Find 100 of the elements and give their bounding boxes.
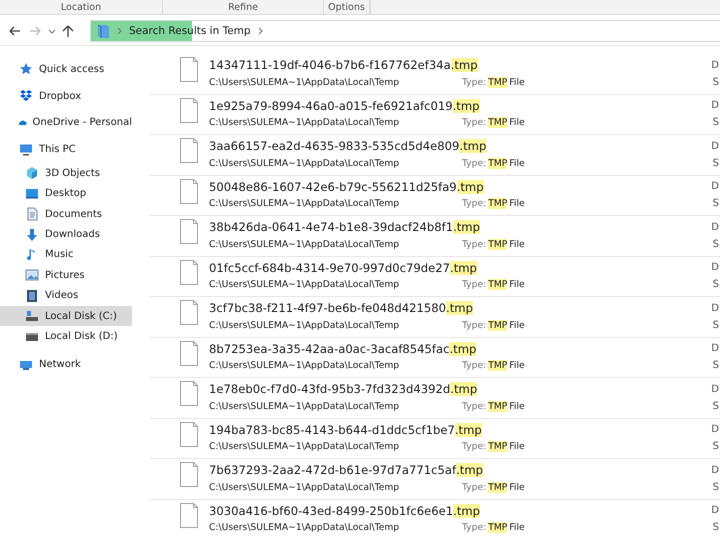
column-text: D: [711, 60, 720, 70]
file-type: Type: TMP File: [462, 400, 525, 412]
nav-item[interactable]: Local Disk (C:): [0, 306, 132, 326]
chevron-icon[interactable]: [256, 26, 264, 36]
ribbon-group-label: Refine: [228, 2, 258, 12]
file-name[interactable]: 14347111-19df-4046-b7b6-f167762ef34a.tmp: [209, 58, 478, 72]
column-text: D: [711, 140, 720, 152]
column-text: S: [712, 117, 720, 128]
nav-item[interactable]: Quick access: [0, 56, 132, 83]
file-name[interactable]: 38b426da-0641-4e74-b1e8-39dacf24b8f1.tmp: [209, 220, 480, 234]
up-arrow-icon[interactable]: [62, 24, 74, 38]
column-text: D: [711, 302, 720, 314]
file-icon: [180, 422, 198, 446]
file-path: C:\Users\SULEMA~1\AppData\Local\Temp: [209, 117, 400, 128]
file-icon: [180, 98, 198, 122]
file-path: C:\Users\SULEMA~1\AppData\Local\Temp: [209, 198, 400, 209]
column-text: S: [712, 198, 720, 209]
file-type: Type: TMP File: [462, 320, 525, 330]
download-arrow-icon: [25, 228, 39, 242]
desktop-icon: [25, 186, 39, 201]
nav-item[interactable]: Pictures: [0, 265, 132, 286]
column-text: D: [711, 424, 720, 435]
file-icon: [180, 502, 198, 528]
file-name[interactable]: 3030a416-bf60-43ed-8499-250b1fc6e6e1.tmp: [209, 504, 480, 518]
folder-icon: [96, 22, 110, 38]
file-type: Type: TMP File: [462, 441, 525, 452]
column-text: S: [712, 320, 720, 330]
pictures-icon: [25, 268, 39, 282]
column-text: D: [711, 464, 720, 476]
file-path: C:\Users\SULEMA~1\AppData\Local\Temp: [209, 441, 400, 452]
file-name[interactable]: 50048e86-1607-42e6-b79c-556211d25fa9.tmp: [209, 180, 484, 194]
file-path: C:\Users\SULEMA~1\AppData\Local\Temp: [209, 400, 400, 412]
file-icon: [180, 340, 198, 366]
column-text: S: [712, 522, 720, 533]
column-text: D: [711, 100, 720, 111]
file-type: Type: TMP File: [462, 117, 525, 128]
nav-item[interactable]: This PC: [0, 136, 132, 164]
column-text: D: [711, 343, 720, 354]
nav-item[interactable]: 3D Objects: [0, 163, 132, 184]
file-name[interactable]: 7b637293-2aa2-472d-b61e-97d7a771c5af.tmp: [209, 463, 483, 477]
file-type: Type: TMP File: [462, 198, 525, 209]
monitor-icon: [19, 142, 33, 157]
nav-item[interactable]: OneDrive - Personal: [0, 110, 132, 136]
file-icon: [180, 219, 198, 244]
file-name[interactable]: 3aa66157-ea2d-4635-9833-535cd5d4e809.tmp: [209, 139, 486, 153]
file-icon: [180, 260, 198, 284]
nav-item[interactable]: Downloads: [0, 224, 132, 245]
column-text: S: [712, 158, 720, 168]
file-path: C:\Users\SULEMA~1\AppData\Local\Temp: [209, 76, 400, 88]
dropbox-icon: [19, 89, 33, 104]
file-type: Type: TMP File: [462, 238, 525, 250]
file-icon: [180, 178, 198, 204]
column-text: S: [712, 482, 720, 492]
file-name[interactable]: 8b7253ea-3a35-42aa-a0ac-3acaf8545fac.tmp: [209, 342, 476, 356]
file-icon: [180, 300, 198, 325]
ribbon-group-label: Options: [328, 2, 365, 12]
file-path: C:\Users\SULEMA~1\AppData\Local\Temp: [209, 522, 400, 533]
nav-item[interactable]: Desktop: [0, 184, 132, 204]
caret-icon[interactable]: [48, 28, 56, 34]
file-path: C:\Users\SULEMA~1\AppData\Local\Temp: [209, 482, 400, 492]
file-type: Type: TMP File: [462, 279, 525, 290]
file-name[interactable]: 1e78eb0c-f7d0-43fd-95b3-7fd323d4392d.tmp: [209, 382, 478, 396]
nav-item[interactable]: Dropbox: [0, 82, 132, 110]
ribbon-group-label: Location: [60, 2, 102, 12]
nav-item[interactable]: Videos: [0, 286, 132, 306]
column-text: S: [712, 360, 720, 371]
nav-item[interactable]: Music: [0, 244, 132, 266]
nav-item[interactable]: Network: [0, 350, 132, 378]
column-text: S: [712, 441, 720, 452]
file-icon: [180, 57, 198, 82]
file-path: C:\Users\SULEMA~1\AppData\Local\Temp: [209, 238, 400, 250]
column-text: S: [712, 400, 720, 412]
file-icon: [180, 462, 198, 487]
drive-icon: [25, 309, 39, 324]
file-type: Type: TMP File: [462, 360, 525, 371]
column-text: S: [712, 76, 720, 88]
file-icon: [180, 381, 198, 406]
file-name[interactable]: 1e925a79-8994-46a0-a015-fe6921afc019.tmp: [209, 98, 480, 112]
column-text: D: [711, 262, 720, 273]
file-path: C:\Users\SULEMA~1\AppData\Local\Temp: [209, 360, 400, 371]
column-text: D: [711, 181, 720, 192]
file-name[interactable]: 3cf7bc38-f211-4f97-be6b-fe048d421580.tmp: [209, 301, 473, 315]
file-path: C:\Users\SULEMA~1\AppData\Local\Temp: [209, 320, 400, 330]
file-icon: [180, 138, 198, 163]
star-icon: [19, 62, 33, 76]
back-arrow-icon[interactable]: [8, 24, 22, 36]
column-text: S: [712, 279, 720, 290]
document-icon: [25, 207, 39, 222]
file-name[interactable]: 194ba783-bc85-4143-b644-d1ddc5cf1be7.tmp: [209, 422, 482, 436]
file-path: C:\Users\SULEMA~1\AppData\Local\Temp: [209, 279, 400, 290]
file-path: C:\Users\SULEMA~1\AppData\Local\Temp: [209, 158, 400, 168]
nav-item[interactable]: Local Disk (D:): [0, 326, 132, 347]
nav-item[interactable]: Documents: [0, 204, 132, 224]
file-type: Type: TMP File: [462, 522, 525, 533]
chevron-icon: [116, 26, 123, 36]
file-type: Type: TMP File: [462, 482, 525, 492]
film-icon: [25, 288, 39, 303]
file-name[interactable]: 01fc5ccf-684b-4314-9e70-997d0c79de27.tmp: [209, 260, 477, 274]
file-type: Type: TMP File: [462, 76, 525, 88]
file-type: Type: TMP File: [462, 158, 525, 168]
